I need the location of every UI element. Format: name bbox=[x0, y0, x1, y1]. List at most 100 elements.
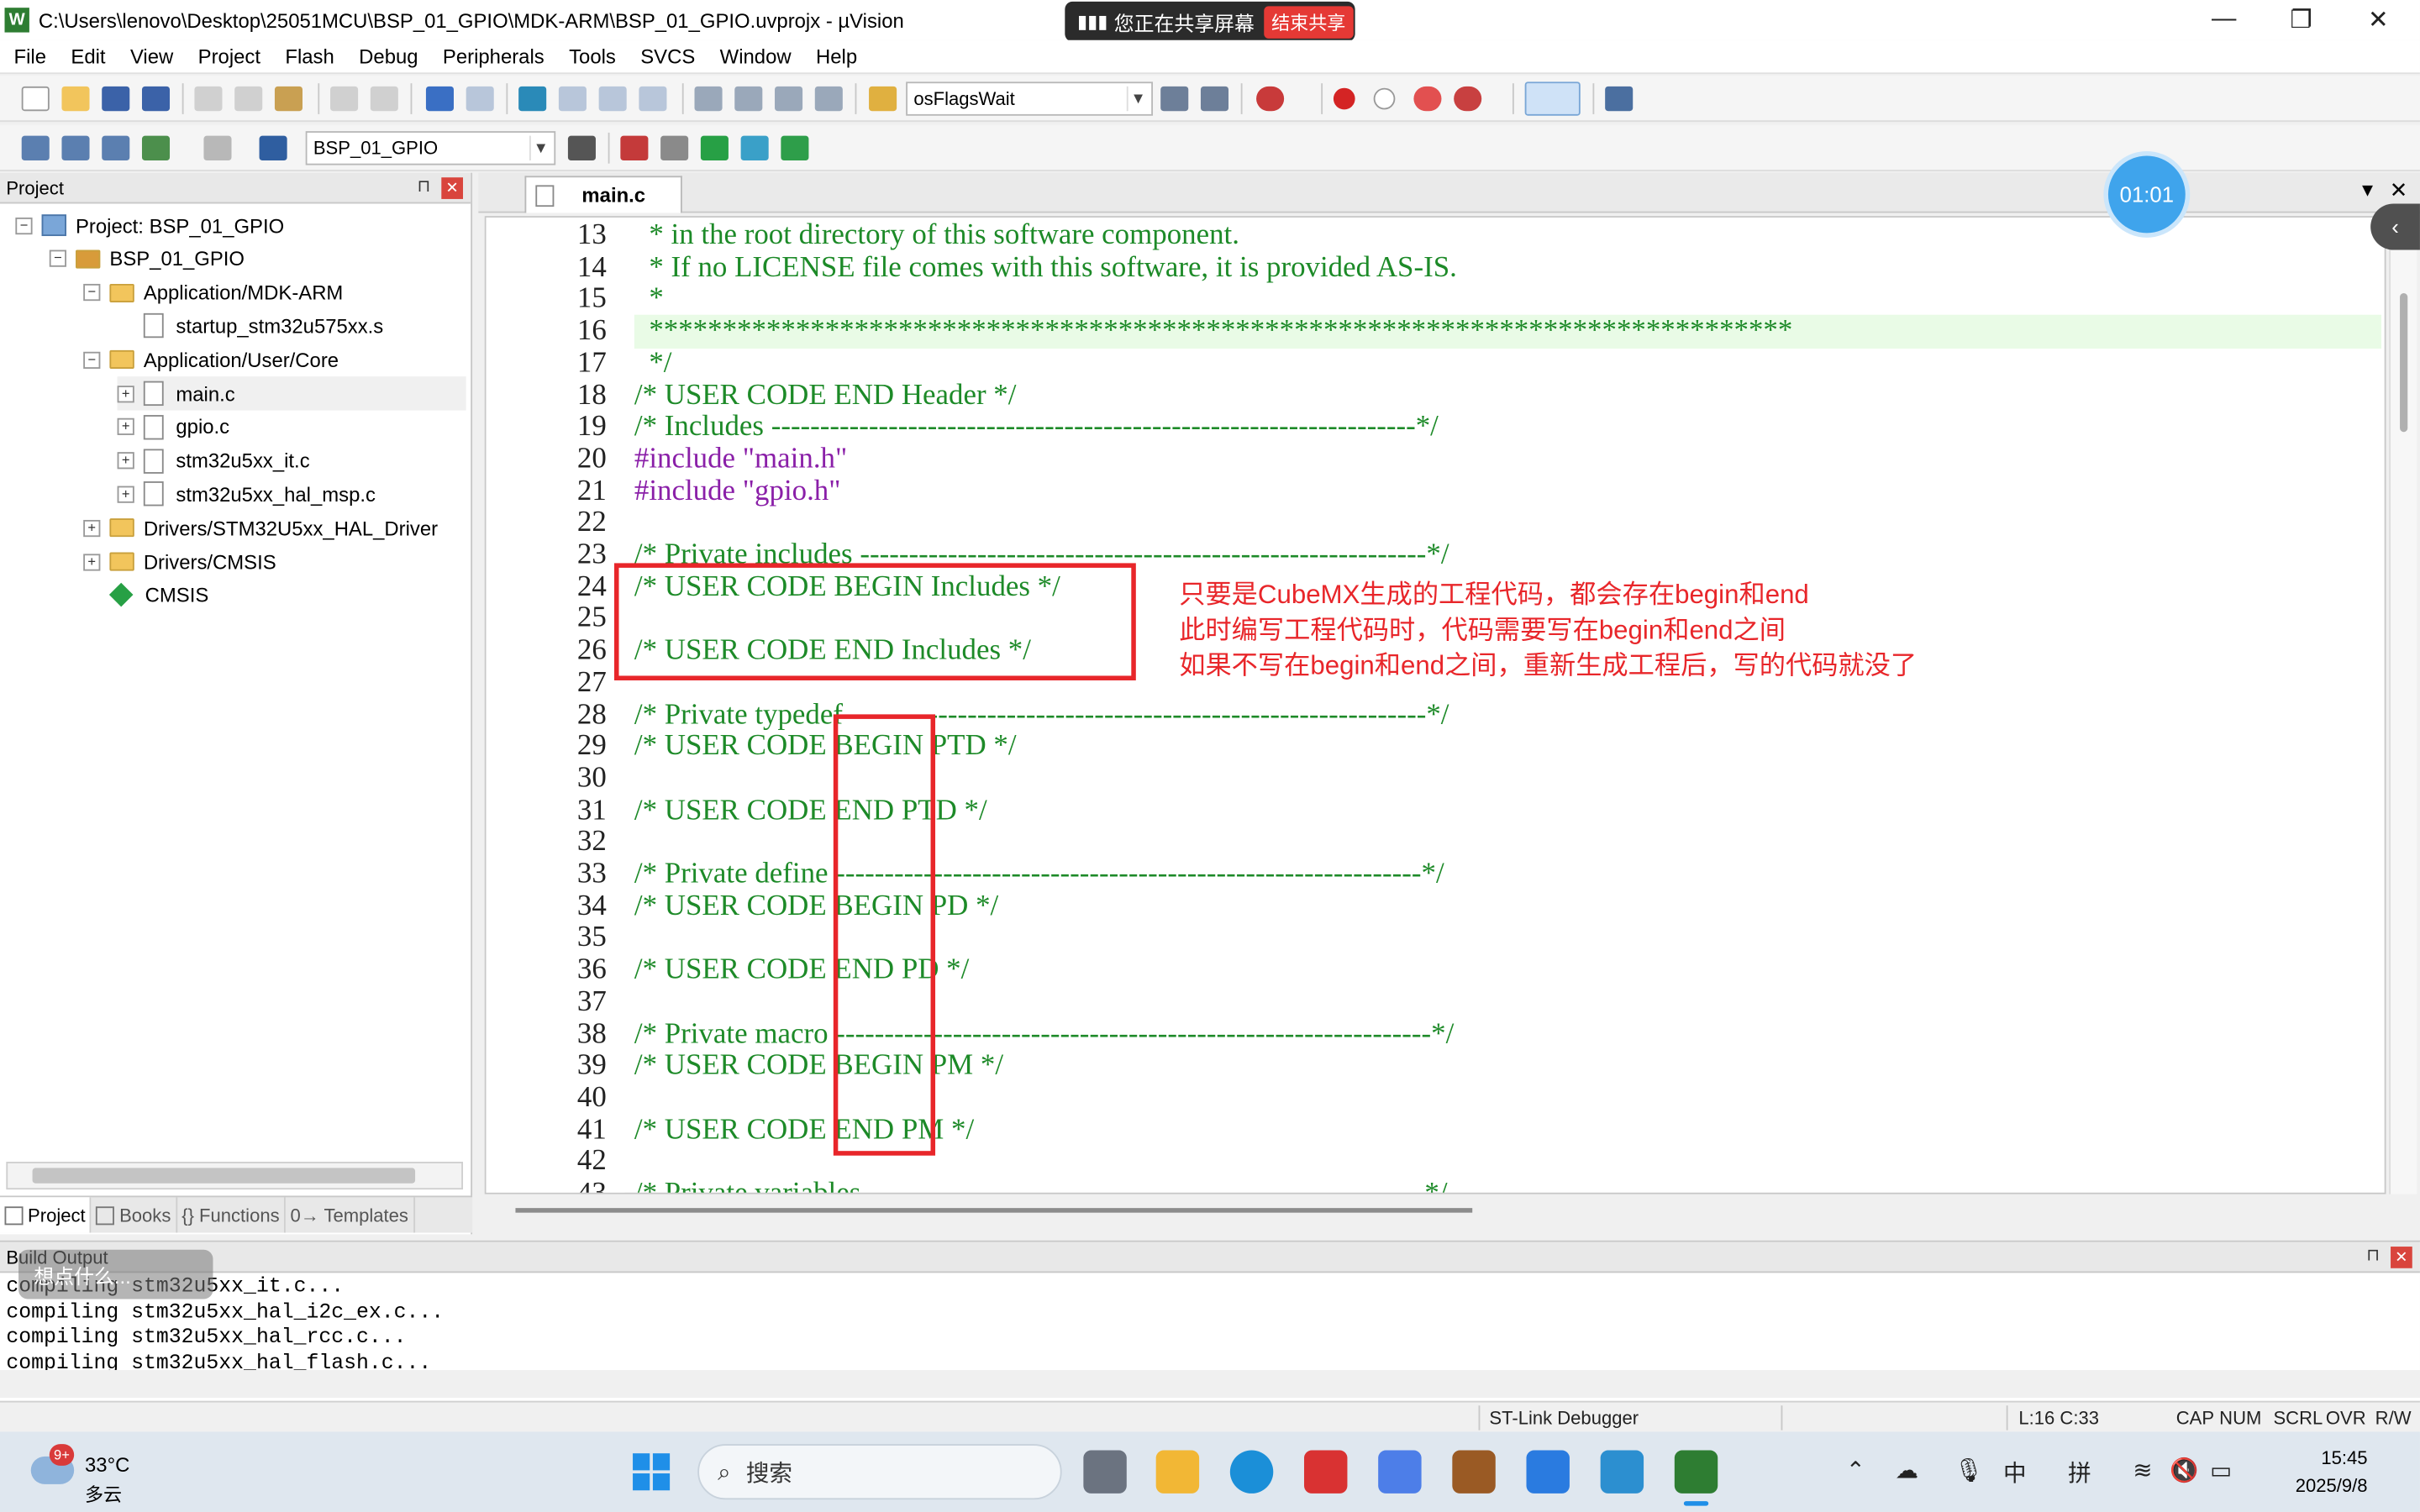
scroll-thumb[interactable] bbox=[2400, 292, 2408, 433]
close-tab-icon[interactable]: ✕ bbox=[2390, 177, 2408, 203]
collapse-icon[interactable]: − bbox=[15, 217, 33, 234]
kill-breakpoints-icon[interactable] bbox=[1454, 86, 1482, 112]
close-icon[interactable]: ✕ bbox=[2391, 1247, 2412, 1268]
weather-widget[interactable]: 9+ 33°C 多云 bbox=[28, 1444, 151, 1506]
code-line[interactable]: 19 /* Includes --------------------------… bbox=[487, 411, 2385, 444]
tab-list-dropdown[interactable]: ▼ bbox=[2359, 179, 2377, 201]
tab-books[interactable]: Books bbox=[92, 1197, 177, 1233]
meeting-app-icon[interactable] bbox=[1526, 1450, 1570, 1494]
chevron-down-icon[interactable]: ▼ bbox=[1126, 86, 1149, 112]
stop-build-icon[interactable] bbox=[203, 135, 232, 161]
collapse-icon[interactable]: − bbox=[83, 284, 101, 302]
prev-bookmark-icon[interactable] bbox=[558, 86, 587, 112]
tree-item[interactable]: startup_stm32u575xx.s bbox=[118, 309, 383, 343]
tree-item[interactable]: − Application/User/Core bbox=[83, 343, 339, 376]
tab-templates[interactable]: 0→ Templates bbox=[286, 1197, 415, 1233]
code-line[interactable]: 15 * bbox=[487, 283, 2385, 316]
tree-item[interactable]: CMSIS bbox=[83, 578, 208, 612]
next-bookmark-icon[interactable] bbox=[598, 86, 627, 112]
task-view-icon[interactable] bbox=[1083, 1450, 1127, 1494]
redo-icon[interactable] bbox=[370, 86, 398, 112]
game-app-icon[interactable] bbox=[1452, 1450, 1496, 1494]
collapse-icon[interactable]: − bbox=[83, 351, 101, 369]
close-icon[interactable]: ✕ bbox=[441, 177, 464, 199]
undo-icon[interactable] bbox=[330, 86, 359, 112]
uncomment-icon[interactable] bbox=[814, 86, 843, 112]
code-line[interactable]: 34 /* USER CODE BEGIN PD */ bbox=[487, 890, 2385, 922]
input-hint-overlay[interactable]: 想点什么... bbox=[18, 1249, 213, 1299]
configure-icon[interactable] bbox=[1605, 86, 1634, 112]
tree-item[interactable]: + Drivers/CMSIS bbox=[83, 544, 276, 578]
code-line[interactable]: 43 /* Private variables -----------------… bbox=[487, 1177, 2385, 1192]
end-share-button[interactable]: 结束共享 bbox=[1263, 5, 1354, 38]
incremental-find-icon[interactable] bbox=[1200, 86, 1229, 112]
code-line[interactable]: 33 /* Private define --------------------… bbox=[487, 858, 2385, 890]
microphone-icon[interactable]: 🎙 bbox=[1954, 1457, 1983, 1484]
build-hscrollbar[interactable] bbox=[0, 1369, 2420, 1399]
tree-item[interactable]: − Application/MDK-ARM bbox=[83, 276, 343, 309]
pin-icon[interactable]: ⊓ bbox=[2366, 1245, 2380, 1265]
code-editor[interactable]: 13 * in the root directory of this softw… bbox=[484, 216, 2386, 1194]
menu-peripherals[interactable]: Peripherals bbox=[429, 45, 555, 68]
battery-icon[interactable]: ▭ bbox=[2210, 1457, 2232, 1484]
editor-hscrollbar[interactable] bbox=[484, 1197, 2386, 1226]
close-button[interactable]: ✕ bbox=[2343, 0, 2413, 40]
cubemx-icon[interactable] bbox=[781, 135, 809, 161]
editor-vscrollbar[interactable] bbox=[2389, 216, 2417, 1194]
scroll-thumb[interactable] bbox=[32, 1168, 416, 1184]
taskbar-search[interactable]: ⌕ 搜索 bbox=[697, 1444, 1062, 1500]
expand-icon[interactable]: + bbox=[117, 486, 134, 503]
run-time-environment-icon[interactable] bbox=[700, 135, 729, 161]
build-icon[interactable] bbox=[61, 135, 90, 161]
code-line[interactable]: 13 * in the root directory of this softw… bbox=[487, 219, 2385, 252]
copy-icon[interactable] bbox=[234, 86, 263, 112]
menu-edit[interactable]: Edit bbox=[57, 45, 117, 68]
tree-item[interactable]: − Project: BSP_01_GPIO bbox=[15, 208, 284, 242]
expand-icon[interactable]: + bbox=[117, 418, 134, 436]
nav-back-icon[interactable] bbox=[425, 86, 454, 112]
code-line[interactable]: 18 /* USER CODE END Header */ bbox=[487, 379, 2385, 412]
nav-forward-icon[interactable] bbox=[466, 86, 494, 112]
paste-icon[interactable] bbox=[274, 86, 302, 112]
collapse-icon[interactable]: − bbox=[49, 250, 66, 268]
save-icon[interactable] bbox=[102, 86, 130, 112]
rebuild-icon[interactable] bbox=[102, 135, 130, 161]
windows-start-icon[interactable] bbox=[633, 1453, 671, 1491]
code-line[interactable]: 36/* USER CODE END PD */ bbox=[487, 953, 2385, 986]
code-line[interactable]: 22 bbox=[487, 507, 2385, 539]
tree-item[interactable]: + Drivers/STM32U5xx_HAL_Driver bbox=[83, 511, 438, 544]
target-options-icon[interactable] bbox=[567, 135, 596, 161]
tree-item[interactable]: + stm32u5xx_it.c bbox=[117, 444, 310, 477]
menu-tools[interactable]: Tools bbox=[555, 45, 627, 68]
edge-browser-icon[interactable] bbox=[1229, 1450, 1274, 1494]
file-explorer-icon[interactable] bbox=[1155, 1450, 1200, 1494]
code-line[interactable]: 28 /* Private typedef -------------------… bbox=[487, 698, 2385, 731]
pack-installer-icon[interactable] bbox=[740, 135, 769, 161]
debug-session-icon[interactable] bbox=[1256, 86, 1285, 112]
menu-debug[interactable]: Debug bbox=[345, 45, 429, 68]
menu-window[interactable]: Window bbox=[706, 45, 802, 68]
volume-muted-icon[interactable]: 🔇 bbox=[2170, 1457, 2198, 1484]
clear-bookmarks-icon[interactable] bbox=[639, 86, 667, 112]
tree-item[interactable]: + main.c bbox=[117, 376, 466, 411]
find-combo[interactable]: osFlagsWait ▼ bbox=[906, 81, 1154, 116]
copy-project-icon[interactable] bbox=[660, 135, 689, 161]
download-load-icon[interactable] bbox=[259, 135, 287, 161]
code-line[interactable]: 42 bbox=[487, 1145, 2385, 1178]
ime-language[interactable]: 中 bbox=[2003, 1457, 2027, 1489]
tab-project[interactable]: Project bbox=[0, 1197, 92, 1233]
wps-office-icon[interactable] bbox=[1304, 1450, 1348, 1494]
menu-flash[interactable]: Flash bbox=[271, 45, 345, 68]
code-line[interactable]: 37 bbox=[487, 985, 2385, 1018]
code-line[interactable]: 35 bbox=[487, 921, 2385, 954]
code-line[interactable]: 38 /* Private macro ---------------------… bbox=[487, 1017, 2385, 1050]
expand-icon[interactable]: + bbox=[117, 385, 134, 402]
menu-file[interactable]: File bbox=[0, 45, 57, 68]
keil-uvision-icon[interactable] bbox=[1674, 1450, 1718, 1506]
target-combo[interactable]: BSP_01_GPIO ▼ bbox=[305, 131, 556, 165]
disable-all-breakpoints-icon[interactable] bbox=[1413, 86, 1442, 112]
restore-button[interactable]: ❐ bbox=[2265, 0, 2336, 40]
code-line[interactable]: 31/* USER CODE END PTD */ bbox=[487, 794, 2385, 827]
code-line[interactable]: 29 /* USER CODE BEGIN PTD */ bbox=[487, 730, 2385, 763]
code-line[interactable]: 14 * If no LICENSE file comes with this … bbox=[487, 251, 2385, 284]
